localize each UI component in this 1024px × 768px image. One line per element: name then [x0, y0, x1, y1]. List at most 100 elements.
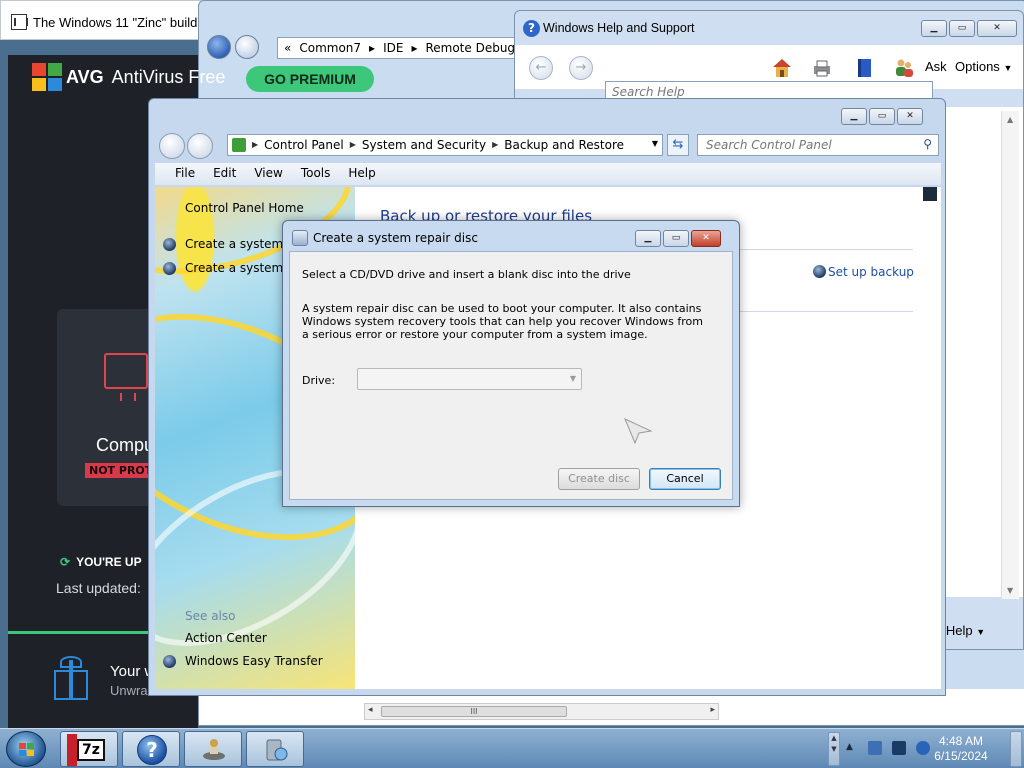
- breadcrumb-system-security[interactable]: System and Security: [362, 138, 486, 152]
- cp-search-input[interactable]: Search Control Panel ⚲: [697, 134, 939, 156]
- breadcrumb-remote-debug[interactable]: Remote Debug: [425, 41, 515, 55]
- explorer-back-button[interactable]: [207, 35, 231, 59]
- options-label: Options: [955, 59, 1000, 74]
- chevron-down-icon[interactable]: ▼: [652, 139, 658, 148]
- close-button[interactable]: ✕: [897, 108, 923, 125]
- cancel-button[interactable]: Cancel: [649, 468, 721, 490]
- help-forward-button[interactable]: →: [569, 56, 593, 80]
- repair-disc-dialog[interactable]: Create a system repair disc ▁ ▭ ✕ Select…: [282, 220, 740, 507]
- help-window-controls: ▁ ▭ ✕: [921, 20, 1017, 37]
- drive-label: Drive:: [302, 374, 336, 387]
- network-icon[interactable]: [868, 741, 882, 755]
- avg-logo-icon: [32, 63, 62, 91]
- monitor-icon[interactable]: [892, 741, 906, 755]
- menu-edit[interactable]: Edit: [213, 166, 236, 185]
- computer-label: Compu: [96, 435, 155, 455]
- taskbar-7zip-button[interactable]: 7z: [60, 731, 118, 767]
- show-hidden-icons[interactable]: ▲: [846, 742, 853, 752]
- minimize-button[interactable]: ▁: [841, 108, 867, 125]
- windows-start-icon[interactable]: [6, 731, 46, 767]
- avg-brand: AVG AntiVirus Free: [66, 67, 225, 88]
- help-back-button[interactable]: ←: [529, 56, 553, 80]
- minimize-button[interactable]: ▁: [635, 230, 661, 247]
- easy-transfer-link[interactable]: Windows Easy Transfer: [185, 654, 323, 668]
- horizontal-scrollbar[interactable]: ◂ III ▸: [364, 703, 719, 720]
- breadcrumb-sep-icon: ▶: [252, 140, 259, 149]
- avg-brand-bold: AVG: [66, 67, 104, 87]
- scroll-up-icon[interactable]: ▲: [1007, 115, 1013, 124]
- chevron-down-icon: ▼: [1003, 63, 1013, 73]
- house-icon[interactable]: [771, 57, 793, 79]
- browser-tab[interactable]: The Windows 11 "Zinc" build a: [0, 0, 205, 40]
- go-premium-button[interactable]: GO PREMIUM: [246, 66, 374, 92]
- menu-help[interactable]: Help: [348, 166, 375, 185]
- breadcrumb: ▶ Control Panel ▶ System and Security ▶ …: [252, 138, 624, 152]
- close-button[interactable]: ✕: [691, 230, 721, 247]
- control-panel-icon: [232, 138, 246, 152]
- transfer-icon: [163, 655, 176, 668]
- set-up-backup-link[interactable]: Set up backup: [813, 265, 914, 279]
- drive-select[interactable]: ▼: [357, 368, 582, 390]
- cp-back-button[interactable]: [159, 133, 185, 159]
- taskbar-backup-button[interactable]: [246, 731, 304, 767]
- action-center-link[interactable]: Action Center: [185, 631, 267, 645]
- breadcrumb-sep-icon: ▸: [411, 41, 418, 55]
- mouse-cursor-icon: [624, 418, 653, 445]
- control-panel-home-link[interactable]: Control Panel Home: [185, 201, 304, 215]
- dialog-controls: ▁ ▭ ✕: [635, 230, 721, 247]
- ask-button[interactable]: Ask: [925, 59, 947, 74]
- breadcrumb-sep-icon: ▸: [369, 41, 376, 55]
- taskbar-app-button[interactable]: [184, 731, 242, 767]
- update-status: ⟳ YOU'RE UP: [60, 555, 142, 569]
- explorer-forward-button[interactable]: [235, 35, 259, 59]
- breadcrumb-chevron: «: [284, 41, 292, 55]
- printer-icon[interactable]: [811, 57, 833, 79]
- book-icon[interactable]: [853, 57, 875, 79]
- help-corner-icon[interactable]: [923, 187, 937, 201]
- scroll-left-icon[interactable]: ◂: [368, 705, 373, 715]
- sevenzip-icon: 7z: [67, 734, 105, 766]
- breadcrumb-backup-restore[interactable]: Backup and Restore: [504, 138, 624, 152]
- breadcrumb-ide[interactable]: IDE: [383, 41, 403, 55]
- monitor-shield-icon: [104, 353, 148, 401]
- maximize-button[interactable]: ▭: [949, 20, 975, 37]
- maximize-button[interactable]: ▭: [869, 108, 895, 125]
- site-favicon-icon: [11, 14, 28, 30]
- show-desktop-button[interactable]: [1010, 731, 1022, 767]
- breadcrumb-common7[interactable]: Common7: [299, 41, 361, 55]
- scroll-thumb[interactable]: III: [381, 706, 567, 717]
- search-icon[interactable]: ⚲: [923, 137, 932, 151]
- avg-brand-name: AntiVirus Free: [111, 67, 226, 87]
- scroll-down-icon[interactable]: ▼: [1007, 586, 1013, 595]
- scroll-right-icon[interactable]: ▸: [710, 705, 715, 715]
- backup-icon: [266, 739, 288, 761]
- taskbar-help-button[interactable]: ?: [122, 731, 180, 767]
- update-status-text: YOU'RE UP: [76, 555, 142, 569]
- cp-forward-button[interactable]: [187, 133, 213, 159]
- maximize-button[interactable]: ▭: [663, 230, 689, 247]
- gift-icon: [54, 656, 88, 700]
- shield-icon: [163, 238, 176, 251]
- minimize-button[interactable]: ▁: [921, 20, 947, 37]
- dialog-instruction: Select a CD/DVD drive and insert a blank…: [302, 268, 631, 281]
- dialog-description: A system repair disc can be used to boot…: [302, 302, 703, 341]
- people-icon[interactable]: [893, 57, 915, 79]
- help-window-title: Windows Help and Support: [543, 21, 695, 35]
- set-up-backup-label: Set up backup: [828, 265, 914, 279]
- options-menu[interactable]: Options ▼: [955, 59, 1012, 74]
- cp-search-placeholder: Search Control Panel: [706, 138, 832, 152]
- close-button[interactable]: ✕: [977, 20, 1017, 37]
- clock[interactable]: 4:48 AM 6/15/2024: [926, 734, 996, 764]
- help-vertical-scrollbar[interactable]: ▲ ▼: [1001, 111, 1019, 599]
- menu-view[interactable]: View: [254, 166, 282, 185]
- breadcrumb-control-panel[interactable]: Control Panel: [264, 138, 344, 152]
- menu-tools[interactable]: Tools: [301, 166, 331, 185]
- refresh-icon[interactable]: ⇆: [667, 134, 689, 156]
- menu-file[interactable]: File: [175, 166, 195, 185]
- create-disc-button[interactable]: Create disc: [558, 468, 640, 490]
- cp-window-controls: ▁ ▭ ✕: [841, 108, 923, 125]
- tray-grip[interactable]: ▲ ▼: [828, 732, 840, 766]
- see-also-heading: See also: [185, 609, 236, 623]
- clock-time: 4:48 AM: [938, 734, 984, 748]
- cp-address-bar[interactable]: ▶ Control Panel ▶ System and Security ▶ …: [227, 134, 663, 156]
